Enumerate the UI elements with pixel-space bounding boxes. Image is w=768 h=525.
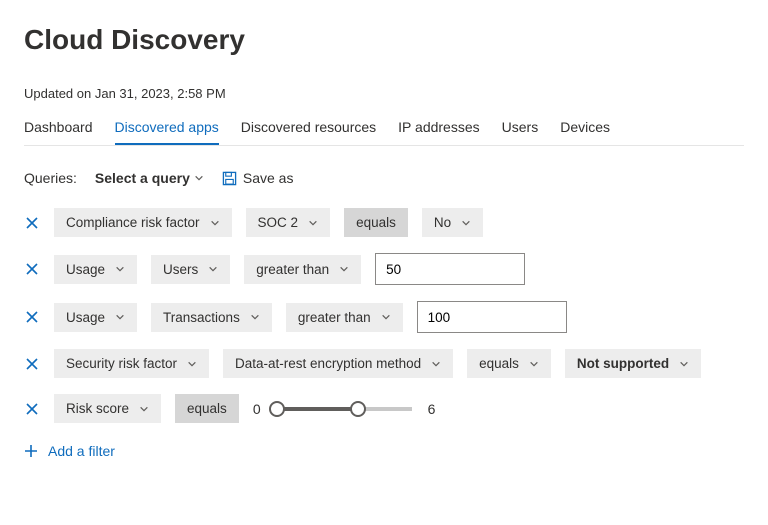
chevron-down-icon [381,312,391,322]
tab-ip-addresses[interactable]: IP addresses [398,119,479,145]
tab-discovered-apps[interactable]: Discovered apps [115,119,219,145]
add-filter-button[interactable]: Add a filter [24,443,744,459]
slider-min-label: 0 [253,401,261,417]
filter-operator[interactable]: greater than [244,255,361,284]
chevron-down-icon [187,359,197,369]
filter-field[interactable]: Risk score [54,394,161,423]
chevron-down-icon [308,218,318,228]
tab-discovered-resources[interactable]: Discovered resources [241,119,376,145]
close-icon [26,263,38,275]
query-bar: Queries: Select a query Save as [24,170,744,186]
tab-dashboard[interactable]: Dashboard [24,119,93,145]
chevron-down-icon [115,312,125,322]
remove-filter-button[interactable] [24,215,40,231]
filter-operator[interactable]: equals [175,394,239,423]
filter-row: Security risk factor Data-at-rest encryp… [24,349,744,378]
filter-row: Compliance risk factor SOC 2 equals No [24,208,744,237]
chevron-down-icon [461,218,471,228]
chevron-down-icon [139,404,149,414]
queries-label: Queries: [24,170,77,186]
filter-operator[interactable]: equals [467,349,551,378]
filter-value[interactable]: No [422,208,483,237]
filters-list: Compliance risk factor SOC 2 equals No U… [24,208,744,459]
query-select-label: Select a query [95,170,190,186]
filter-field[interactable]: Usage [54,255,137,284]
close-icon [26,358,38,370]
filter-field[interactable]: Usage [54,303,137,332]
remove-filter-button[interactable] [24,309,40,325]
close-icon [26,217,38,229]
plus-icon [24,444,38,458]
filter-row: Usage Transactions greater than [24,301,744,333]
close-icon [26,403,38,415]
save-as-label: Save as [243,170,294,186]
tab-devices[interactable]: Devices [560,119,610,145]
remove-filter-button[interactable] [24,401,40,417]
slider-track[interactable] [277,407,412,411]
filter-row: Risk score equals 0 6 [24,394,744,423]
remove-filter-button[interactable] [24,356,40,372]
filter-operator[interactable]: equals [344,208,408,237]
filter-field[interactable]: Security risk factor [54,349,209,378]
updated-timestamp: Updated on Jan 31, 2023, 2:58 PM [24,86,744,101]
save-as-button[interactable]: Save as [222,170,294,186]
chevron-down-icon [115,264,125,274]
query-select[interactable]: Select a query [95,170,204,186]
tabs: Dashboard Discovered apps Discovered res… [24,119,744,146]
filter-subfield[interactable]: Transactions [151,303,272,332]
chevron-down-icon [250,312,260,322]
slider-max-label: 6 [428,401,436,417]
filter-subfield[interactable]: Users [151,255,230,284]
close-icon [26,311,38,323]
tab-users[interactable]: Users [502,119,539,145]
add-filter-label: Add a filter [48,443,115,459]
risk-score-slider: 0 6 [253,401,436,417]
chevron-down-icon [208,264,218,274]
remove-filter-button[interactable] [24,261,40,277]
filter-row: Usage Users greater than [24,253,744,285]
filter-subfield[interactable]: SOC 2 [246,208,331,237]
filter-value-input[interactable] [417,301,567,333]
chevron-down-icon [529,359,539,369]
filter-value-input[interactable] [375,253,525,285]
chevron-down-icon [210,218,220,228]
filter-field[interactable]: Compliance risk factor [54,208,232,237]
save-icon [222,171,237,186]
filter-operator[interactable]: greater than [286,303,403,332]
chevron-down-icon [431,359,441,369]
chevron-down-icon [679,359,689,369]
slider-thumb-high[interactable] [350,401,366,417]
slider-thumb-low[interactable] [269,401,285,417]
page-title: Cloud Discovery [24,24,744,56]
filter-subfield[interactable]: Data-at-rest encryption method [223,349,453,378]
chevron-down-icon [194,173,204,183]
filter-value[interactable]: Not supported [565,349,701,378]
chevron-down-icon [339,264,349,274]
